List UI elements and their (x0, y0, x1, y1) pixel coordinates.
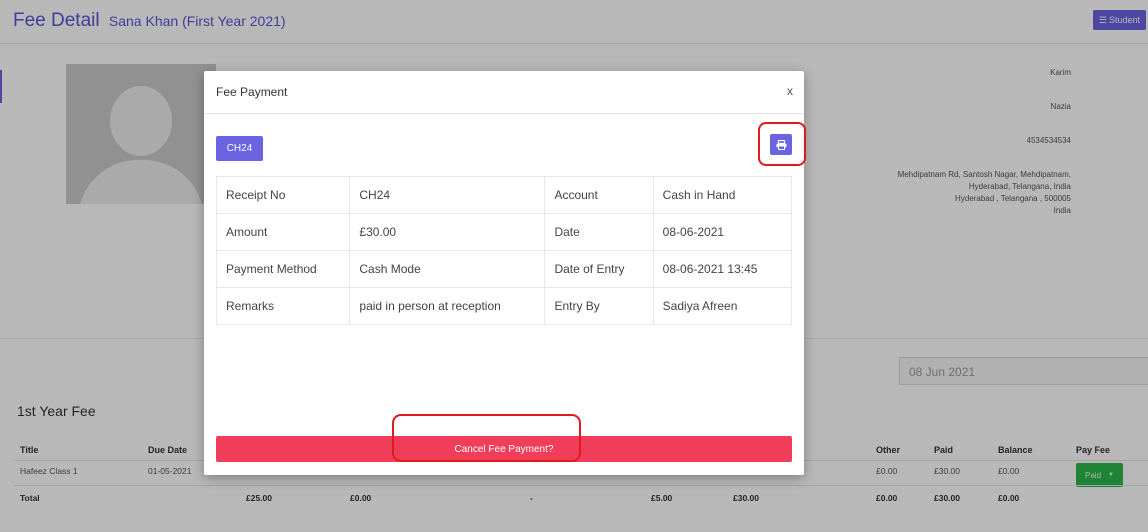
table-row: Payment Method Cash Mode Date of Entry 0… (215, 250, 793, 288)
modal-header: Fee Payment x (204, 71, 804, 114)
close-button[interactable]: x (787, 84, 793, 98)
detail-label: Account (544, 176, 654, 214)
detail-label: Amount (215, 213, 351, 251)
detail-value: 08-06-2021 (652, 213, 793, 251)
detail-label: Remarks (215, 287, 351, 325)
table-row: Remarks paid in person at reception Entr… (215, 287, 793, 325)
table-row: Amount £30.00 Date 08-06-2021 (215, 213, 793, 251)
detail-label: Receipt No (215, 176, 351, 214)
modal-title: Fee Payment (216, 85, 288, 99)
detail-value: paid in person at reception (349, 287, 546, 325)
detail-label: Entry By (544, 287, 654, 325)
cancel-highlight-annotation (392, 414, 581, 462)
receipt-badge: CH24 (216, 136, 263, 161)
detail-value: Sadiya Afreen (652, 287, 793, 325)
detail-value: CH24 (349, 176, 546, 214)
payment-details-table: Receipt No CH24 Account Cash in Hand Amo… (215, 176, 793, 325)
fee-payment-modal: Fee Payment x CH24 Receipt No CH24 Accou… (204, 71, 806, 475)
detail-value: 08-06-2021 13:45 (652, 250, 793, 288)
detail-label: Date of Entry (544, 250, 654, 288)
detail-value: Cash Mode (349, 250, 546, 288)
detail-label: Date (544, 213, 654, 251)
table-row: Receipt No CH24 Account Cash in Hand (215, 176, 793, 214)
detail-label: Payment Method (215, 250, 351, 288)
detail-value: £30.00 (349, 213, 546, 251)
print-highlight-annotation (758, 122, 806, 166)
detail-value: Cash in Hand (652, 176, 793, 214)
